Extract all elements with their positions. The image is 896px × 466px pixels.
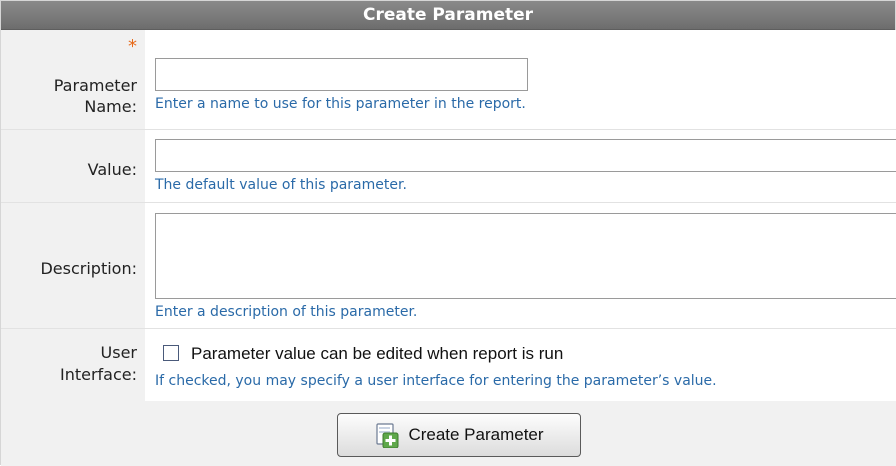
parameter-name-label-line1: Parameter bbox=[53, 76, 137, 95]
create-parameter-panel: Create Parameter * Parameter Name: Enter… bbox=[0, 0, 896, 466]
value-hint: The default value of this parameter. bbox=[155, 177, 407, 193]
editable-checkbox[interactable] bbox=[163, 345, 179, 361]
create-parameter-button-label: Create Parameter bbox=[408, 425, 544, 444]
value-field-cell: The default value of this parameter. bbox=[145, 130, 896, 202]
description-row: Description: Enter a description of this… bbox=[1, 203, 896, 328]
parameter-name-label: * Parameter Name: bbox=[1, 30, 145, 129]
parameter-name-input[interactable] bbox=[155, 58, 528, 91]
user-interface-hint: If checked, you may specify a user inter… bbox=[155, 373, 717, 389]
panel-title: Create Parameter bbox=[1, 1, 895, 30]
editable-checkbox-label[interactable]: Parameter value can be edited when repor… bbox=[191, 344, 563, 364]
create-parameter-button[interactable]: Create Parameter bbox=[337, 413, 581, 457]
user-interface-label-line2: Interface: bbox=[59, 365, 137, 384]
value-row: Value: The default value of this paramet… bbox=[1, 130, 896, 202]
description-textarea[interactable] bbox=[155, 213, 896, 299]
required-marker: * bbox=[128, 36, 137, 57]
value-label: Value: bbox=[87, 160, 137, 179]
value-label-cell: Value: bbox=[1, 130, 145, 202]
description-hint: Enter a description of this parameter. bbox=[155, 304, 418, 320]
add-page-icon bbox=[374, 422, 400, 448]
user-interface-row: User Interface: Parameter value can be e… bbox=[1, 329, 896, 401]
parameter-name-row: * Parameter Name: Enter a name to use fo… bbox=[1, 30, 896, 129]
user-interface-label-cell: User Interface: bbox=[1, 329, 145, 401]
parameter-name-label-line2: Name: bbox=[84, 97, 137, 116]
user-interface-label-line1: User bbox=[100, 343, 137, 362]
parameter-name-field-cell: Enter a name to use for this parameter i… bbox=[145, 30, 896, 129]
user-interface-field-cell: Parameter value can be edited when repor… bbox=[145, 329, 896, 401]
form-footer: Create Parameter bbox=[1, 401, 896, 466]
parameter-name-hint: Enter a name to use for this parameter i… bbox=[155, 96, 526, 112]
description-field-cell: Enter a description of this parameter. bbox=[145, 203, 896, 328]
description-label-cell: Description: bbox=[1, 203, 145, 328]
value-input[interactable] bbox=[155, 139, 896, 172]
description-label: Description: bbox=[40, 259, 137, 278]
